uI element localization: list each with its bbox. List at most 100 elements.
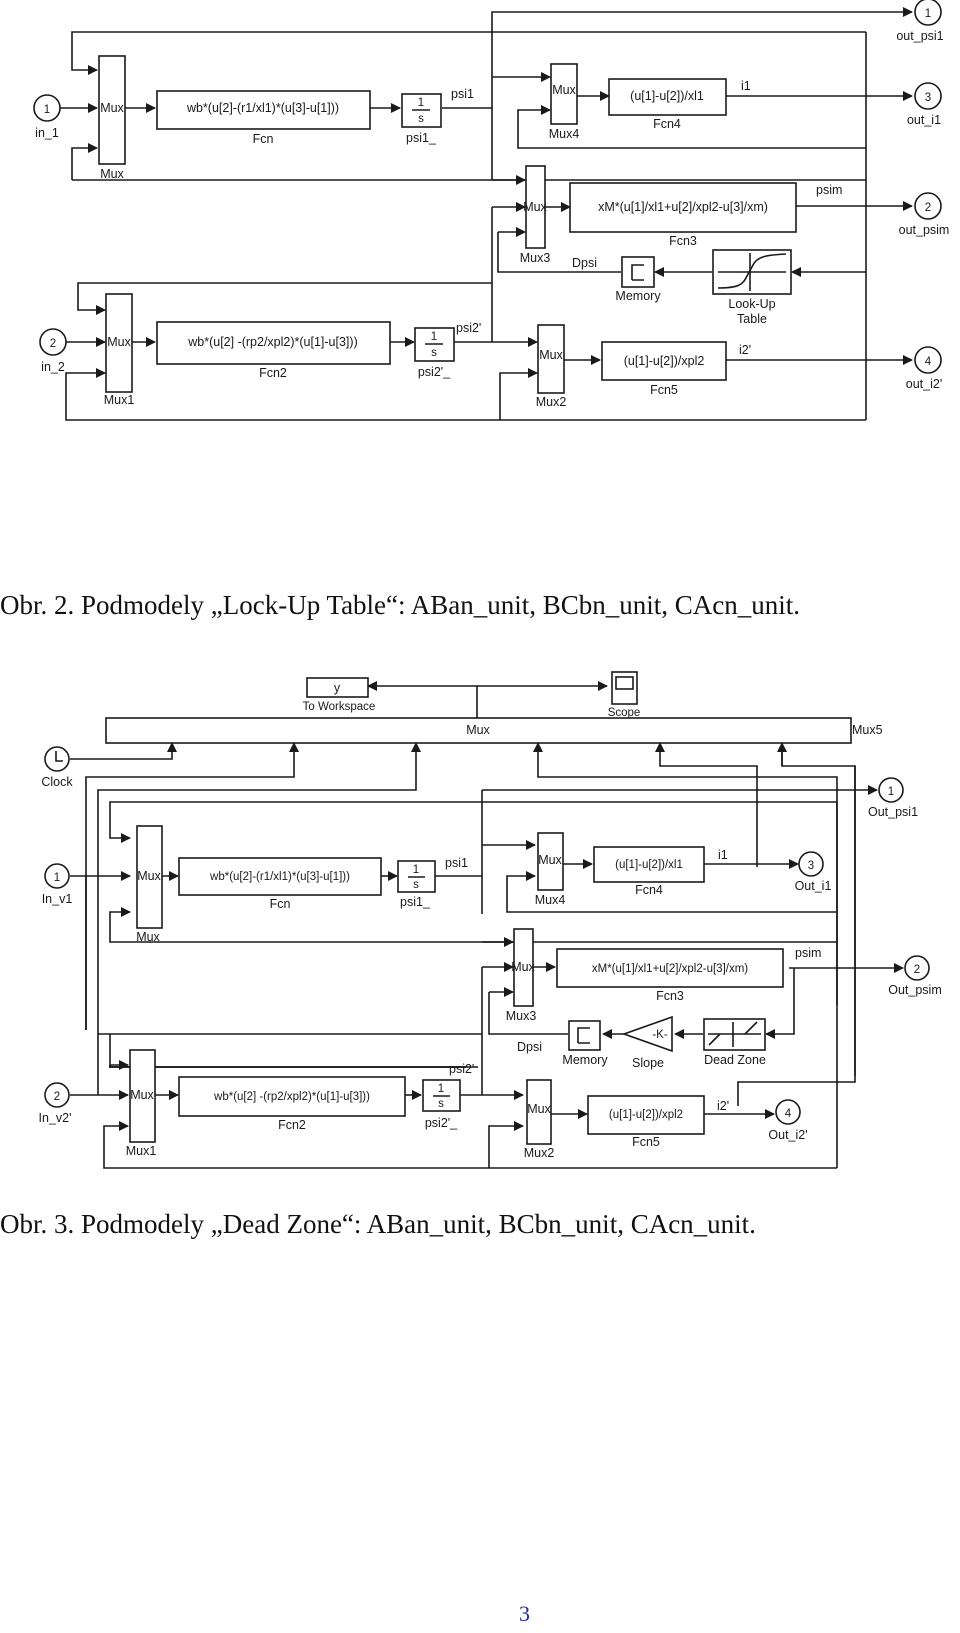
signal-label-dpsi: Dpsi xyxy=(517,1040,542,1054)
fig3-fcn[interactable]: wb*(u[2]-(r1/xl1)*(u[3]-u[1])) Fcn xyxy=(178,857,382,911)
outport-label: out_i2' xyxy=(906,377,942,391)
fcn-name: Fcn5 xyxy=(632,1135,660,1149)
fig2-fcn2[interactable]: wb*(u[2] -(rp2/xpl2)*(u[1]-u[3])) Fcn2 xyxy=(156,321,391,380)
fig3-fcn5[interactable]: (u[1]-u[2])/xpl2 Fcn5 xyxy=(587,1095,705,1149)
fig2-outport-1[interactable]: 1 out_psi1 xyxy=(896,0,944,43)
fig3-mux2[interactable]: Mux Mux2 xyxy=(524,1079,555,1160)
integrator-name: psi1_ xyxy=(406,131,437,145)
fig3-mux3[interactable]: Mux Mux3 xyxy=(506,928,537,1023)
fig2-fcn4[interactable]: (u[1]-u[2])/xl1 Fcn4 xyxy=(608,78,727,131)
fig2-integrator-psi2[interactable]: 1 s psi2'_ xyxy=(414,327,455,379)
inport-number: 2 xyxy=(50,338,56,350)
fig3-dead-zone[interactable]: Dead Zone xyxy=(703,1018,766,1067)
fig2-lookup-table[interactable]: Look-Up Table xyxy=(712,249,792,326)
outport-label: Out_i1 xyxy=(795,879,832,893)
gain-value: -K- xyxy=(652,1029,668,1041)
inport-number: 1 xyxy=(44,104,50,116)
outport-label: out_psi1 xyxy=(896,29,943,43)
fig2-outport-3[interactable]: 3 out_i1 xyxy=(907,82,942,127)
fig2-mux4[interactable]: Mux Mux4 xyxy=(549,63,580,141)
fig3-inport-1[interactable]: 1 In_v1 xyxy=(42,863,73,906)
mux-name: Mux1 xyxy=(126,1144,157,1158)
workspace-variable: y xyxy=(334,681,341,695)
mux-name: Mux3 xyxy=(506,1009,537,1023)
lookup-name-line1: Look-Up xyxy=(728,297,775,311)
outport-number: 4 xyxy=(925,356,932,368)
fig3-mux5[interactable]: Mux Mux5 xyxy=(105,717,883,744)
outport-number: 3 xyxy=(925,92,931,104)
fig2-mux1[interactable]: Mux Mux1 xyxy=(104,293,135,407)
fcn-expression: wb*(u[2] -(rp2/xpl2)*(u[1]-u[3])) xyxy=(213,1091,370,1103)
fig3-outport-1[interactable]: 1 Out_psi1 xyxy=(868,777,918,819)
inport-number: 1 xyxy=(54,872,60,884)
outport-label: Out_psim xyxy=(888,983,942,997)
integrator-numerator: 1 xyxy=(418,97,424,109)
fig2-inport-2[interactable]: 2 in_2 xyxy=(39,328,67,374)
fig3-clock[interactable]: Clock xyxy=(41,746,73,789)
inport-label: in_2 xyxy=(41,360,65,374)
mux-name: Mux2 xyxy=(524,1146,555,1160)
page-canvas: 1 in_1 2 in_2 Mux Mux Mux Mux1 Mux Mux4 … xyxy=(33,0,950,1169)
fig2-mux3[interactable]: Mux Mux3 xyxy=(520,165,551,265)
fcn-expression: wb*(u[2] -(rp2/xpl2)*(u[1]-u[3])) xyxy=(187,335,358,349)
fig2-outport-4[interactable]: 4 out_i2' xyxy=(906,346,942,391)
integrator-denominator: s xyxy=(418,113,424,125)
page-number: 3 xyxy=(519,1601,530,1626)
fig3-to-workspace[interactable]: y To Workspace xyxy=(303,677,376,713)
mux-name: Mux4 xyxy=(535,893,566,907)
fig3-outport-2[interactable]: 2 Out_psim xyxy=(888,955,942,997)
mux-glyph-label: Mux xyxy=(552,83,576,97)
fig2-mux2[interactable]: Mux Mux2 xyxy=(536,324,567,409)
fig3-mux[interactable]: Mux Mux xyxy=(136,825,163,944)
outport-label: Out_i2' xyxy=(768,1128,807,1142)
outport-number: 2 xyxy=(925,202,931,214)
fig3-outport-4[interactable]: 4 Out_i2' xyxy=(768,1099,808,1142)
fig3-integrator-psi2[interactable]: 1 s psi2'_ xyxy=(422,1079,461,1130)
fcn-name: Fcn4 xyxy=(653,117,681,131)
mux-glyph-label: Mux xyxy=(539,348,563,362)
inport-label: In_v1 xyxy=(42,892,73,906)
signal-label-psim: psim xyxy=(795,946,821,960)
to-workspace-name: To Workspace xyxy=(303,701,376,713)
mux-name: Mux2 xyxy=(536,395,567,409)
mux-name: Mux1 xyxy=(104,393,135,407)
mux-name: Mux3 xyxy=(520,251,551,265)
fcn-expression: wb*(u[2]-(r1/xl1)*(u[3]-u[1])) xyxy=(209,871,350,883)
mux-name: Mux xyxy=(136,930,160,944)
fig3-slope-gain[interactable]: -K- Slope xyxy=(621,1015,673,1070)
fig2-fcn[interactable]: wb*(u[2]-(r1/xl1)*(u[3]-u[1])) Fcn xyxy=(156,90,371,146)
signal-label-psi1: psi1 xyxy=(445,856,468,870)
fig3-fcn3[interactable]: xM*(u[1]/xl1+u[2]/xpl2-u[3]/xm) Fcn3 xyxy=(556,948,784,1003)
dead-zone-name: Dead Zone xyxy=(704,1053,766,1067)
fig3-fcn4[interactable]: (u[1]-u[2])/xl1 Fcn4 xyxy=(593,846,705,897)
fig2-fcn5[interactable]: (u[1]-u[2])/xpl2 Fcn5 xyxy=(601,341,727,397)
fcn-name: Fcn3 xyxy=(656,989,684,1003)
fig2-inport-1[interactable]: 1 in_1 xyxy=(33,94,61,140)
fig3-mux4[interactable]: Mux Mux4 xyxy=(535,832,566,907)
fig2-integrator-psi1[interactable]: 1 s psi1_ xyxy=(401,93,442,145)
mux-glyph-label: Mux xyxy=(466,723,490,737)
fig3-outport-3[interactable]: 3 Out_i1 xyxy=(795,851,832,893)
mux-glyph-label: Mux xyxy=(527,1102,551,1116)
signal-label-i1: i1 xyxy=(741,79,751,93)
fig2-memory[interactable]: Memory xyxy=(615,256,661,303)
mux-glyph-label: Mux xyxy=(538,853,562,867)
scope-screen-icon xyxy=(615,676,634,690)
fig2-mux[interactable]: Mux Mux xyxy=(98,55,126,181)
fig3-mux1[interactable]: Mux Mux1 xyxy=(126,1049,157,1158)
fig3-inport-2[interactable]: 2 In_v2' xyxy=(39,1082,72,1125)
fig2-outport-2[interactable]: 2 out_psim xyxy=(899,192,950,237)
fig3-integrator-psi1[interactable]: 1 s psi1_ xyxy=(397,860,436,909)
fig3-scope[interactable]: Scope xyxy=(608,671,641,719)
fcn-expression: xM*(u[1]/xl1+u[2]/xpl2-u[3]/xm) xyxy=(592,963,748,975)
figure-2-lookup-table-model: 1 in_1 2 in_2 Mux Mux Mux Mux1 Mux Mux4 … xyxy=(33,0,950,421)
signal-label-i1: i1 xyxy=(718,848,728,862)
fig3-fcn2[interactable]: wb*(u[2] -(rp2/xpl2)*(u[1]-u[3])) Fcn2 xyxy=(178,1076,406,1132)
signal-label-psi1: psi1 xyxy=(451,87,474,101)
mux-glyph-label: Mux xyxy=(107,335,131,349)
fig3-memory[interactable]: Memory xyxy=(562,1020,608,1067)
mux-glyph-label: Mux xyxy=(100,101,124,115)
fig2-fcn3[interactable]: xM*(u[1]/xl1+u[2]/xpl2-u[3]/xm) Fcn3 xyxy=(569,182,797,248)
fcn-name: Fcn2 xyxy=(278,1118,306,1132)
inport-number: 2 xyxy=(54,1091,60,1103)
